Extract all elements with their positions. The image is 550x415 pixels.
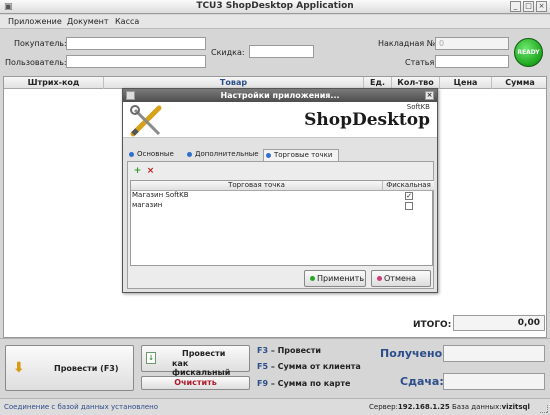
buyer-input[interactable]: [66, 37, 206, 50]
status-bar: Соединение с базой данных установлено Се…: [0, 398, 550, 415]
tab-dot-icon: [187, 152, 192, 157]
col-fiscal[interactable]: Фискальная: [383, 181, 434, 191]
shortcut-f3-text: – Провести: [268, 346, 321, 355]
outlet-name: магазин: [132, 201, 163, 209]
window-titlebar: ▣ ТСU3 ShopDesktop Application _ □ ×: [0, 0, 550, 14]
user-input[interactable]: [66, 55, 206, 68]
shortcut-f9-text: – Сумма по карте: [268, 379, 351, 388]
tab-outlets-label: Торговые точки: [274, 151, 333, 159]
dialog-titlebar: Настройки приложения... ×: [123, 89, 437, 102]
tab-dot-icon: [129, 152, 134, 157]
menu-cashbox[interactable]: Касса: [115, 17, 139, 26]
fiscal-doc-icon: ↓: [146, 352, 156, 364]
post-icon: ⬇: [13, 360, 25, 376]
shortcut-f3-key: F3: [257, 346, 269, 355]
apply-button[interactable]: Применить: [304, 270, 366, 287]
dialog-title: Настройки приложения...: [220, 91, 340, 100]
tab-main[interactable]: Основные: [127, 149, 183, 161]
tab-additional-label: Дополнительные: [195, 150, 259, 158]
cancel-dot-icon: [377, 276, 382, 281]
shortcut-f9: F9 – Сумма по карте: [257, 379, 350, 388]
post-fiscal-label-2: как фискальный: [172, 359, 231, 377]
db-label: База данных:: [451, 403, 502, 411]
apply-dot-icon: [310, 276, 315, 281]
invoice-input[interactable]: 0: [435, 37, 509, 50]
menu-document[interactable]: Документ: [67, 17, 109, 26]
dialog-close-button[interactable]: ×: [425, 91, 434, 100]
db-value: vizitsql: [501, 403, 530, 411]
window-controls: _ □ ×: [510, 1, 547, 12]
shortcut-f5-key: F5: [257, 362, 269, 371]
buyer-label: Покупатель:: [14, 39, 67, 48]
close-button[interactable]: ×: [536, 1, 547, 12]
server-value: 192.168.1.25: [397, 403, 450, 411]
ready-indicator: READY: [514, 38, 543, 67]
shortcut-f5: F5 – Сумма от клиента: [257, 362, 361, 371]
discount-input[interactable]: [249, 45, 314, 58]
maximize-button[interactable]: □: [523, 1, 534, 12]
shortcut-f9-key: F9: [257, 379, 269, 388]
table-row[interactable]: Магазин SoftKB ✓: [131, 191, 432, 200]
tab-main-label: Основные: [137, 150, 174, 158]
post-fiscal-label-1: Провести: [182, 349, 226, 358]
user-label: Пользователь:: [5, 58, 67, 67]
received-input[interactable]: [443, 345, 545, 362]
tab-dot-icon: [266, 153, 271, 158]
resize-grip-icon[interactable]: [540, 405, 548, 413]
fiscal-checkbox[interactable]: [405, 202, 413, 210]
total-value: 0,00: [453, 315, 545, 331]
col-sum[interactable]: Сумма: [492, 77, 548, 89]
dialog-banner: SoftKB ShopDesktop: [123, 102, 437, 138]
post-fiscal-button[interactable]: ↓ Провести как фискальный: [141, 345, 250, 377]
article-input[interactable]: [435, 55, 509, 68]
discount-label: Скидка:: [211, 48, 245, 57]
received-label: Получено:: [380, 347, 447, 360]
shortcut-f5-text: – Сумма от клиента: [268, 362, 361, 371]
status-server: Сервер:192.168.1.25 База данных:vizitsql: [369, 403, 530, 411]
tab-additional[interactable]: Дополнительные: [185, 149, 263, 161]
brand-logo: ShopDesktop: [304, 110, 430, 130]
outlet-name: Магазин SoftKB: [132, 191, 189, 199]
menu-bar: Приложение Документ Касса: [0, 15, 550, 29]
post-f3-button[interactable]: ⬇ Провести (F3): [5, 345, 134, 391]
add-outlet-button[interactable]: +: [132, 166, 143, 177]
post-f3-label: Провести (F3): [54, 364, 119, 373]
remove-outlet-button[interactable]: ×: [145, 166, 156, 177]
shortcut-f3: F3 – Провести: [257, 346, 321, 355]
change-label: Сдача:: [400, 375, 444, 388]
status-connection: Соединение с базой данных установлено: [4, 403, 159, 411]
menu-application[interactable]: Приложение: [8, 17, 62, 26]
window-title: ТСU3 ShopDesktop Application: [196, 1, 354, 11]
fiscal-checkbox[interactable]: ✓: [405, 192, 413, 200]
settings-dialog: Настройки приложения... × SoftKB ShopDes…: [122, 88, 438, 293]
clear-button[interactable]: Очистить: [141, 376, 250, 390]
table-row[interactable]: магазин: [131, 201, 432, 210]
change-input: [443, 373, 545, 390]
cancel-label: Отмена: [384, 274, 417, 283]
dialog-app-icon: [126, 91, 135, 100]
tools-icon: [130, 105, 162, 137]
outlets-table[interactable]: Торговая точка Фискальная Магазин SoftKB…: [130, 180, 434, 266]
minimize-button[interactable]: _: [510, 1, 521, 12]
invoice-label: Накладная №:: [378, 39, 438, 48]
apply-label: Применить: [317, 274, 365, 283]
tab-outlets[interactable]: Торговые точки: [263, 149, 339, 161]
article-label: Статья:: [405, 58, 438, 67]
total-label: ИТОГО:: [413, 320, 452, 330]
col-outlet[interactable]: Торговая точка: [131, 181, 383, 191]
cancel-button[interactable]: Отмена: [371, 270, 431, 287]
outlets-panel: + × Торговая точка Фискальная Магазин So…: [127, 161, 434, 289]
server-label: Сервер:: [369, 403, 398, 411]
col-price[interactable]: Цена: [440, 77, 492, 89]
col-barcode[interactable]: Штрих-код: [4, 77, 104, 89]
